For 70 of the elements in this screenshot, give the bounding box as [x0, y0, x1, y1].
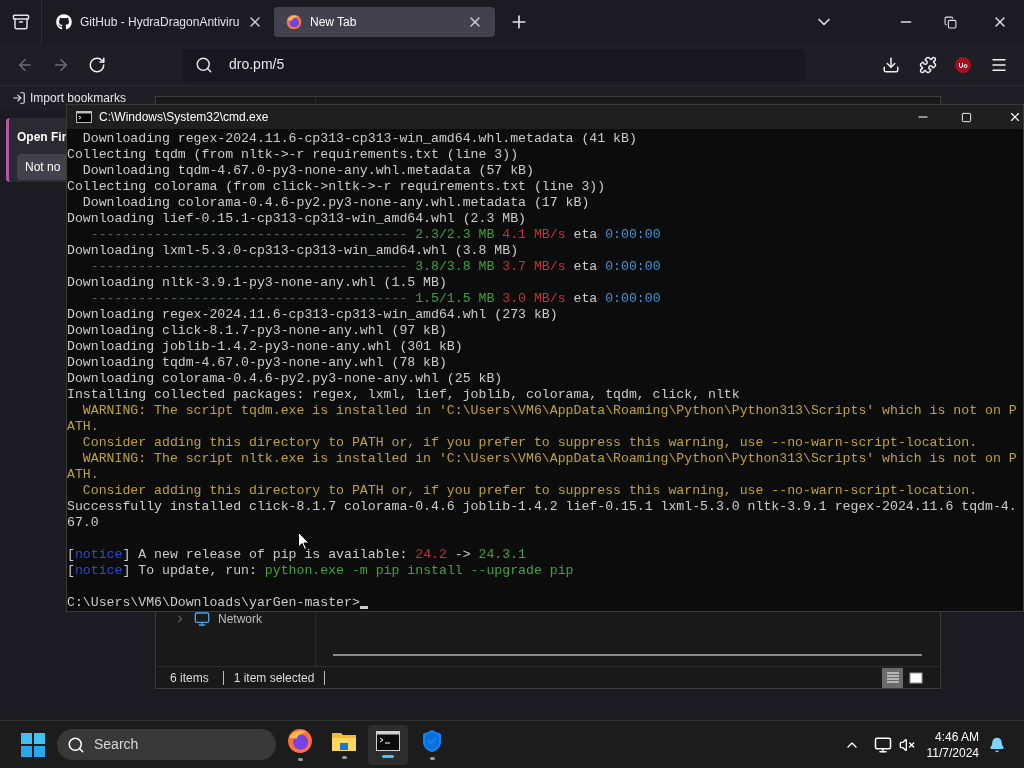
flame-globe-icon [286, 14, 302, 30]
terminal-line: Collecting colorama (from click->nltk->-r requirements.txt (line 3)) [67, 179, 606, 195]
terminal-line: Downloading colorama-0.4.6-py2.py3-none-any.whl.metadata (17 kB) [81, 195, 590, 211]
terminal-line: [notice] To update, run: python.exe -m pip install --upgrade pip [67, 563, 574, 579]
terminal-line: WARNING: The script tqdm.exe is installed in 'C:\Users\VM6\AppData\Roaming\Python\Python313\Scripts' which is not on P [81, 403, 1017, 419]
terminal-line: ---------------------------------------- 3.8/3.8 MB 3.7 MB/s eta 0:00:00 [89, 259, 661, 275]
status-text: 1 item selected [223, 670, 326, 685]
network-icon[interactable] [873, 735, 892, 754]
puzzle-icon[interactable] [919, 55, 937, 74]
terminal-line: [notice] A new release of pip is available: 24.2 -> 24.3.1 [67, 547, 526, 563]
list-lines-icon [885, 671, 900, 684]
cat-silhouette-icon [56, 14, 72, 30]
flame-globe-icon [287, 728, 313, 754]
terminal-line: ATH. [67, 467, 99, 483]
terminal-line: Installing collected packages: regex, lxml, lief, joblib, colorama, tqdm, click, nltk [67, 387, 740, 403]
terminal-line: Consider adding this directory to PATH or, if you prefer to suppress this warning, use --no-warn-script-location. [81, 435, 978, 451]
browser-tab[interactable]: New Tab [274, 7, 495, 37]
terminal-line: C:\Users\VM6\Downloads\yarGen-master> [67, 595, 360, 611]
terminal-line: 67.0 [67, 515, 99, 531]
terminal-line: WARNING: The script nltk.exe is installed in 'C:\Users\VM6\AppData\Roaming\Python\Python313\Scripts' which is not on P [81, 451, 1017, 467]
browser-tab[interactable]: GitHub - HydraDragonAntiviru [44, 7, 265, 37]
download-icon[interactable] [882, 55, 900, 74]
terminal-line: ---------------------------------------- 2.3/2.3 MB 4.1 MB/s eta 0:00:00 [89, 227, 661, 243]
taskbar-app-button[interactable] [368, 724, 408, 765]
terminal-line: Consider adding this directory to PATH or, if you prefer to suppress this warning, use --no-warn-script-location. [81, 483, 978, 499]
terminal-line: ---------------------------------------- 1.5/1.5 MB 3.0 MB/s eta 0:00:00 [89, 291, 661, 307]
details-view-button[interactable] [882, 667, 903, 688]
clock[interactable]: 4:46 AM 11/7/2024 [926, 728, 979, 761]
terminal-line: Downloading nltk-3.9.1-py3-none-any.whl (1.5 MB) [67, 275, 447, 291]
nav-item[interactable]: Network [218, 610, 262, 628]
reload-icon[interactable] [88, 55, 106, 74]
restore-icon[interactable] [944, 15, 957, 29]
import-icon[interactable] [12, 91, 26, 105]
terminal-line: Downloading regex-2024.11.6-cp313-cp313-win_amd64.whl (273 kB) [67, 307, 558, 323]
terminal-line: Downloading lief-0.15.1-cp313-cp313-win_amd64.whl (2.3 MB) [67, 211, 526, 227]
address-text: dro.pm/5 [229, 55, 285, 74]
terminal-line: Downloading joblib-1.4.2-py3-none-any.whl (301 kB) [67, 339, 463, 355]
taskbar-search-field[interactable]: Search [57, 729, 276, 760]
promo-title: Open Fir [17, 129, 66, 146]
terminal-icon [376, 731, 400, 751]
terminal-line: Downloading regex-2024.11.6-cp313-cp313-win_amd64.whl.metadata (41 kB) [81, 131, 637, 147]
notification-bell-icon[interactable] [989, 736, 1005, 753]
maximize-icon[interactable] [961, 111, 972, 123]
search-icon [195, 55, 213, 74]
terminal-line: Downloading click-8.1.7-py3-none-any.whl (97 kB) [67, 323, 447, 339]
volume-muted-icon[interactable] [898, 736, 915, 753]
tab-tray-icon[interactable] [11, 13, 30, 31]
not-now-button[interactable]: Not no [17, 154, 66, 180]
status-text: 6 items [156, 670, 224, 685]
close-icon[interactable] [1008, 110, 1022, 124]
terminal-line: Collecting tqdm (from nltk->-r requirements.txt (line 3)) [67, 147, 519, 163]
terminal-line: Downloading tqdm-4.67.0-py3-none-any.whl (78 kB) [67, 355, 447, 371]
extension-badge-icon[interactable] [955, 56, 971, 73]
import-bookmarks-link[interactable]: Import bookmarks [30, 89, 127, 107]
address-field[interactable]: dro.pm/5 [183, 48, 805, 81]
windows-start-icon[interactable] [21, 732, 45, 757]
square-icon [908, 671, 923, 684]
shield-icon [420, 729, 444, 753]
search-icon [67, 735, 85, 754]
mouse-pointer-icon [298, 532, 310, 551]
window-title: C:\Windows\System32\cmd.exe [99, 109, 269, 126]
folder-icon [331, 730, 357, 752]
scrollbar[interactable] [333, 654, 922, 656]
terminal-line: Downloading colorama-0.4.6-py2.py3-none-any.whl (25 kB) [67, 371, 503, 387]
terminal-line: Downloading lxml-5.3.0-cp313-cp313-win_amd64.whl (3.8 MB) [67, 243, 519, 259]
terminal-line: Downloading tqdm-4.67.0-py3-none-any.whl.metadata (57 kB) [81, 163, 534, 179]
monitor-icon [194, 611, 210, 627]
terminal-line: Successfully installed click-8.1.7 colorama-0.4.6 joblib-1.4.2 lief-0.15.1 lxml-5.3.0 nltk-3.9.1 regex-2024.11.6 tqdm-4. [67, 499, 1017, 515]
console-icon [76, 111, 92, 123]
terminal-line: ATH. [67, 419, 99, 435]
